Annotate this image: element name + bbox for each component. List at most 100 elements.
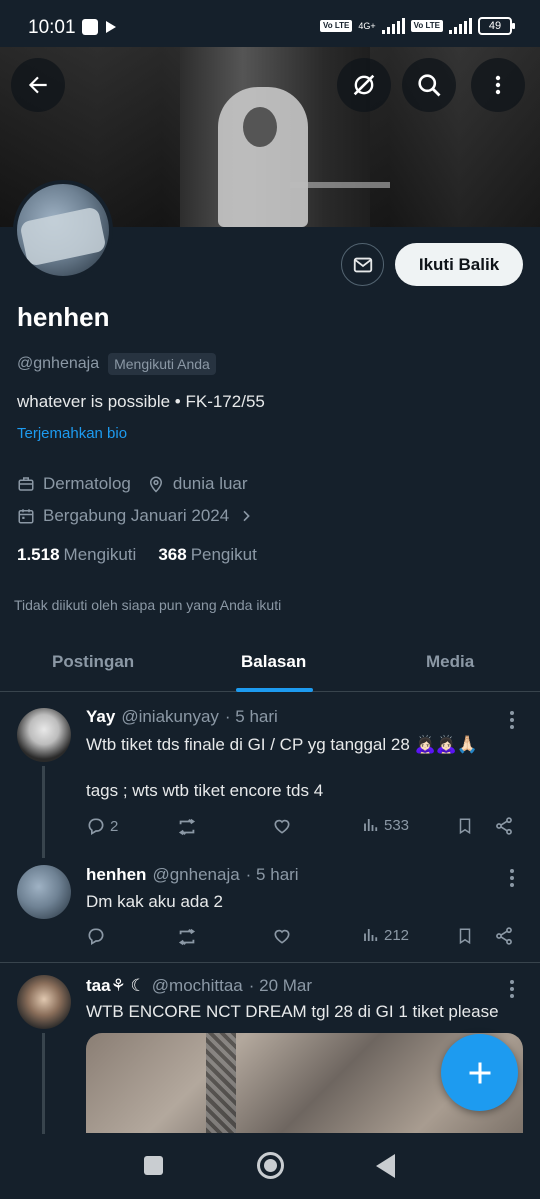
heart-icon: [274, 929, 290, 944]
view-count: 533: [384, 816, 410, 834]
recents-icon[interactable]: [144, 1156, 163, 1175]
tweet-more-icon[interactable]: [508, 980, 516, 998]
tab-media[interactable]: Media: [426, 652, 474, 672]
bookmark-button[interactable]: [456, 816, 474, 836]
envelope-icon: [353, 257, 372, 272]
compose-button[interactable]: [441, 1034, 518, 1111]
retweet-button[interactable]: [176, 926, 198, 948]
bar-chart-icon: [364, 929, 378, 941]
status-bar: 10:01 Vo LTE 4G+ Vo LTE 49: [0, 0, 540, 48]
tweet-handle[interactable]: @gnhenaja: [152, 865, 239, 885]
status-time: 10:01: [28, 17, 76, 38]
share-button[interactable]: [494, 816, 514, 836]
tweet-time: · 5 hari: [245, 865, 299, 884]
back-triangle-icon[interactable]: [376, 1154, 395, 1178]
plus-icon: [469, 1062, 490, 1083]
tweet-actions: 2 533: [86, 816, 516, 838]
follows-you-badge: Mengikuti Anda: [108, 353, 216, 375]
location-pin-icon: [147, 475, 165, 493]
reply-icon: [88, 928, 104, 945]
profile-tabs: Postingan Balasan Media: [0, 632, 540, 692]
arrow-left-icon: [28, 76, 47, 94]
android-nav-bar: [0, 1134, 540, 1199]
tweet-header: henhen @gnhenaja · 5 hari: [86, 865, 299, 885]
tweet-time: · 5 hari: [224, 707, 278, 726]
tweet-header: Yay @iniakunyay · 5 hari: [86, 707, 278, 727]
bookmark-icon: [459, 818, 471, 835]
tweet-avatar[interactable]: [17, 708, 71, 762]
search-icon: [418, 74, 441, 97]
share-icon: [496, 927, 512, 945]
reply-count: 2: [110, 817, 119, 835]
tweet-time: · 20 Mar: [248, 976, 313, 995]
chevron-right-icon: [237, 507, 255, 525]
like-button[interactable]: [272, 926, 292, 946]
grok-button[interactable]: [337, 58, 391, 112]
followers-link[interactable]: 368 Pengikut: [158, 545, 257, 565]
tweet-author[interactable]: henhen: [86, 865, 146, 885]
notification-app-icon: [82, 19, 98, 35]
joined-date: Bergabung Januari 2024: [43, 506, 230, 525]
followers-count: 368: [158, 545, 187, 564]
home-icon[interactable]: [257, 1152, 284, 1179]
share-icon: [496, 817, 512, 835]
tweet-more-icon[interactable]: [508, 869, 516, 887]
message-button[interactable]: [341, 243, 384, 286]
follow-back-button[interactable]: Ikuti Balik: [395, 243, 523, 286]
retweet-button[interactable]: [176, 816, 198, 838]
view-count: 212: [384, 926, 410, 944]
reply-button[interactable]: 2: [86, 816, 118, 836]
more-vertical-icon: [495, 75, 501, 95]
thread-line: [42, 1033, 45, 1134]
joined-row[interactable]: Bergabung Januari 2024: [17, 506, 263, 526]
briefcase-icon: [17, 475, 35, 493]
share-button[interactable]: [494, 926, 514, 946]
active-tab-indicator: [236, 688, 313, 692]
tweet-text-line1: WTB ENCORE NCT DREAM tgl 28 di GI 1 tike…: [86, 1002, 499, 1021]
not-followed-note: Tidak diikuti oleh siapa pun yang Anda i…: [14, 597, 282, 613]
profile-bio: whatever is possible • FK-172/55: [17, 392, 265, 411]
profession: Dermatolog: [43, 474, 131, 493]
follow-counts: 1.518 Mengikuti 368 Pengikut: [17, 545, 257, 565]
volte-icon-2: Vo LTE: [410, 20, 443, 32]
views-button[interactable]: 533: [362, 816, 409, 834]
tweet-header: taa⚘ ☾ @mochittaa · 20 Mar: [86, 976, 312, 996]
profile-name: henhen: [17, 302, 110, 332]
views-button[interactable]: 212: [362, 926, 409, 944]
tab-balasan[interactable]: Balasan: [241, 652, 306, 672]
tweet-actions: 212: [86, 926, 516, 948]
profile-handle: @gnhenaja: [17, 355, 100, 372]
bar-chart-icon: [364, 819, 378, 831]
volte-icon: Vo LTE: [319, 20, 353, 32]
search-button[interactable]: [402, 58, 456, 112]
translate-bio-link[interactable]: Terjemahkan bio: [17, 425, 127, 442]
tweet-divider: [0, 962, 540, 963]
heart-icon: [274, 819, 290, 834]
tweet-author[interactable]: Yay: [86, 707, 115, 727]
tweet-handle[interactable]: @mochittaa: [152, 976, 243, 996]
play-store-icon: [106, 21, 116, 33]
tweet-avatar[interactable]: [17, 975, 71, 1029]
tweet-avatar[interactable]: [17, 865, 71, 919]
more-options-button[interactable]: [471, 58, 525, 112]
tweet-handle[interactable]: @iniakunyay: [121, 707, 219, 727]
thread-line: [42, 766, 45, 858]
grok-icon: [353, 74, 375, 96]
tweet-author[interactable]: taa⚘ ☾: [86, 976, 146, 996]
following-link[interactable]: 1.518 Mengikuti: [17, 545, 136, 565]
following-count: 1.518: [17, 545, 60, 564]
tab-postingan[interactable]: Postingan: [52, 652, 134, 672]
profile-avatar[interactable]: [13, 180, 113, 280]
signal-icon-2: [449, 18, 472, 34]
retweet-icon: [178, 818, 196, 836]
tweet-more-icon[interactable]: [508, 711, 516, 729]
handle-row: @gnhenaja Mengikuti Anda: [17, 353, 216, 375]
tweet-text-line1: Dm kak aku ada 2: [86, 892, 224, 911]
battery-icon: 49: [478, 17, 515, 35]
network-type: 4G+: [358, 21, 376, 31]
reply-button[interactable]: [86, 926, 106, 946]
profile-meta-row: Dermatolog dunia luar: [17, 474, 248, 494]
back-button[interactable]: [11, 58, 65, 112]
bookmark-button[interactable]: [456, 926, 474, 946]
like-button[interactable]: [272, 816, 292, 836]
